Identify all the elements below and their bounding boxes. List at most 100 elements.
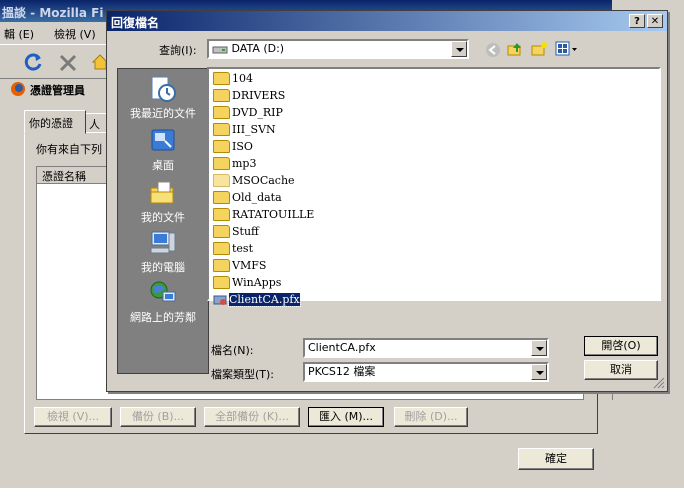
reload-icon[interactable] (22, 51, 44, 73)
list-item[interactable]: MSOCache (213, 173, 295, 189)
dialog-title: 回復檔名 (111, 16, 160, 30)
lookin-combo[interactable]: DATA (D:) (207, 39, 469, 59)
backup-button[interactable]: 備份 (B)... (120, 407, 196, 427)
place-label: 桌面 (152, 159, 174, 172)
file-name: Stuff (232, 225, 259, 238)
folder-icon (213, 224, 230, 238)
cert-manager-title: 憑證管理員 (30, 84, 85, 97)
selected-file-item[interactable]: ClientCA.pfx (213, 292, 301, 308)
filename-label: 檔名(N): (211, 344, 254, 357)
tab-label: 你的憑證 (29, 117, 73, 130)
place-network-places[interactable]: 網路上的芳鄰 (118, 279, 208, 325)
file-name: DRIVERS (232, 89, 286, 102)
resize-grip-icon[interactable] (653, 377, 665, 389)
firefox-icon (11, 82, 25, 96)
new-folder-icon[interactable] (531, 41, 547, 57)
list-item[interactable]: Stuff (213, 224, 259, 240)
dialog-titlebar: 回復檔名 ? ✕ (107, 11, 667, 31)
folder-icon (213, 122, 230, 136)
list-item[interactable]: RATATOUILLE (213, 207, 314, 223)
certificate-file-icon (213, 295, 227, 305)
chevron-down-icon[interactable] (531, 364, 547, 380)
drive-icon (212, 46, 228, 54)
file-name: DVD_RIP (232, 106, 283, 119)
folder-icon (213, 88, 230, 102)
help-button[interactable]: ? (629, 14, 645, 28)
folder-icon (213, 275, 230, 289)
tab-label: 人 (89, 118, 100, 131)
place-my-computer[interactable]: 我的電腦 (118, 229, 208, 275)
back-icon[interactable] (485, 42, 501, 58)
ok-button[interactable]: 確定 (518, 448, 594, 470)
list-item[interactable]: DRIVERS (213, 88, 285, 104)
list-item[interactable]: WinApps (213, 275, 281, 291)
restore-filename-dialog: 回復檔名 ? ✕ 查詢(I): DATA (D:) 我最近的文件 桌面 我的文件… (106, 10, 668, 392)
list-item[interactable]: ISO (213, 139, 253, 155)
recent-documents-icon (151, 76, 176, 102)
file-name: ISO (232, 140, 253, 153)
folder-icon (213, 71, 230, 85)
folder-icon (213, 241, 230, 255)
filetype-value: PKCS12 檔案 (308, 365, 376, 378)
place-label: 網路上的芳鄰 (130, 311, 196, 324)
filetype-select[interactable]: PKCS12 檔案 (303, 362, 549, 382)
file-name: MSOCache (232, 174, 295, 187)
folder-icon (213, 258, 230, 272)
chevron-down-icon[interactable] (451, 41, 467, 57)
backup-all-button[interactable]: 全部備份 (K)... (204, 407, 300, 427)
file-name: RATATOUILLE (232, 208, 315, 221)
home-icon[interactable] (92, 53, 106, 71)
file-name: WinApps (232, 276, 282, 289)
filename-value: ClientCA.pfx (308, 341, 376, 354)
list-item[interactable]: 104 (213, 71, 253, 87)
file-name: VMFS (232, 259, 267, 272)
tab-your-certificates[interactable]: 你的憑證 (24, 110, 86, 134)
folder-icon (213, 105, 230, 119)
filetype-label: 檔案類型(T): (211, 368, 275, 381)
list-item[interactable]: mp3 (213, 156, 256, 172)
intro-text: 你有來自下列 (36, 143, 102, 156)
import-button[interactable]: 匯入 (M)... (308, 407, 384, 427)
list-item[interactable]: VMFS (213, 258, 266, 274)
file-name: ClientCA.pfx (228, 292, 301, 307)
file-list[interactable]: 104 DRIVERS DVD_RIP III_SVN ISO mp3 MSOC… (207, 67, 661, 307)
cancel-button[interactable]: 取消 (584, 360, 658, 380)
menu-view[interactable]: 檢視 (V) (54, 26, 96, 42)
lookin-value: DATA (D:) (231, 42, 285, 55)
folder-icon (213, 156, 230, 170)
folder-icon (213, 139, 230, 153)
filename-input[interactable]: ClientCA.pfx (303, 338, 549, 358)
list-item[interactable]: DVD_RIP (213, 105, 283, 121)
place-my-documents[interactable]: 我的文件 (118, 179, 208, 225)
file-name: 104 (232, 72, 253, 85)
desktop-icon (151, 129, 175, 151)
place-label: 我的文件 (141, 211, 185, 224)
close-button[interactable]: ✕ (647, 14, 663, 28)
file-name: III_SVN (232, 123, 276, 136)
my-documents-icon (150, 181, 174, 204)
place-desktop[interactable]: 桌面 (118, 127, 208, 173)
file-name: Old_data (232, 191, 282, 204)
list-item[interactable]: test (213, 241, 253, 257)
place-recent-documents[interactable]: 我最近的文件 (118, 75, 208, 121)
stop-icon[interactable] (58, 53, 78, 73)
up-folder-icon[interactable] (507, 41, 523, 57)
list-header-label: 憑證名稱 (42, 170, 86, 183)
place-label: 我最近的文件 (130, 107, 196, 120)
places-bar: 我最近的文件 桌面 我的文件 我的電腦 網路上的芳鄰 (117, 68, 209, 374)
menu-edit[interactable]: 輯 (E) (4, 26, 34, 42)
folder-icon (213, 207, 230, 221)
view-menu-icon[interactable] (555, 41, 579, 57)
list-item[interactable]: III_SVN (213, 122, 276, 138)
network-places-icon (150, 281, 176, 302)
my-computer-icon (150, 231, 176, 254)
folder-icon (213, 173, 230, 187)
list-item[interactable]: Old_data (213, 190, 282, 206)
folder-icon (213, 190, 230, 204)
chevron-down-icon[interactable] (531, 340, 547, 356)
open-button[interactable]: 開啓(O) (584, 336, 658, 356)
delete-button[interactable]: 刪除 (D)... (394, 407, 468, 427)
view-button[interactable]: 檢視 (V)... (34, 407, 112, 427)
bg-window-title: 搵談 - Mozilla Fi (2, 6, 104, 20)
file-name: mp3 (232, 157, 257, 170)
